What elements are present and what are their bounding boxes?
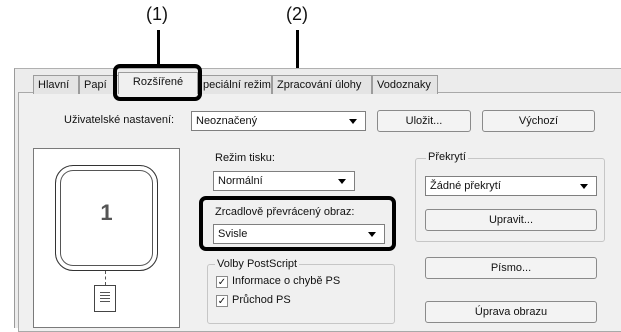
chevron-down-icon <box>338 179 346 184</box>
print-mode-label: Režim tisku: <box>215 152 275 164</box>
preview-connector <box>105 271 106 285</box>
mirror-select[interactable]: Svisle <box>213 224 385 244</box>
save-button[interactable]: Uložit... <box>377 110 471 132</box>
mirror-label: Zrcadlově převrácený obraz: <box>215 206 355 218</box>
chevron-down-icon <box>368 232 376 237</box>
callout-2: (2) <box>286 4 308 24</box>
image-adjust-button[interactable]: Úprava obrazu <box>425 301 597 323</box>
ps-error-info-checkbox[interactable]: ✓ <box>216 276 228 288</box>
ps-passthrough-label: Průchod PS <box>232 294 291 306</box>
postscript-group-label: Volby PostScript <box>215 258 300 270</box>
tab-watermarks[interactable]: Vodoznaky <box>372 75 438 94</box>
font-button[interactable]: Písmo... <box>425 257 597 279</box>
tab-special-modes[interactable]: peciální režimy <box>198 75 272 94</box>
print-mode-value: Normální <box>218 175 263 187</box>
print-mode-select[interactable]: Normální <box>213 171 355 191</box>
chevron-down-icon <box>580 184 588 189</box>
edit-overlay-button[interactable]: Upravit... <box>425 209 597 231</box>
page-number: 1 <box>100 200 113 225</box>
callout-1-leader <box>157 30 160 66</box>
default-button[interactable]: Výchozí <box>482 110 595 132</box>
callout-1: (1) <box>146 4 168 24</box>
ps-passthrough-checkbox[interactable]: ✓ <box>216 295 228 307</box>
tab-main[interactable]: Hlavní <box>33 75 79 94</box>
user-settings-value: Neoznačený <box>196 115 258 127</box>
mirror-value: Svisle <box>218 228 248 240</box>
overlay-select[interactable]: Žádné překrytí <box>425 176 597 196</box>
ps-error-info-label: Informace o chybě PS <box>232 275 341 287</box>
user-settings-select[interactable]: Neoznačený <box>191 111 366 131</box>
highlight-box-tab <box>113 64 202 101</box>
overlay-group-label: Překrytí <box>426 151 468 163</box>
overlay-value: Žádné překrytí <box>430 180 501 192</box>
tab-job-handling[interactable]: Zpracování úlohy <box>272 75 372 94</box>
document-icon <box>94 285 116 312</box>
user-settings-label: Uživatelské nastavení: <box>64 114 175 126</box>
chevron-down-icon <box>349 119 357 124</box>
